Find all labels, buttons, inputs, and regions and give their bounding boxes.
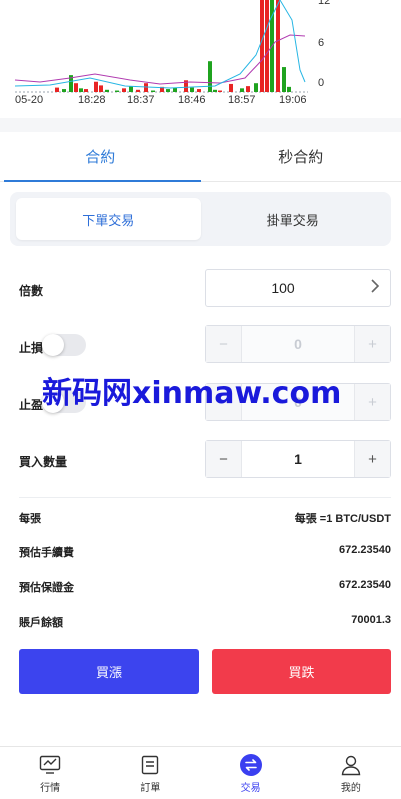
volume-bar-chart: 12 6 0 05-20 18:28 18:37 18:46 18:57 19:06 <box>14 0 330 106</box>
multiplier-value: 100 <box>271 280 295 296</box>
volume-bar <box>94 81 98 92</box>
nav-item-trade[interactable]: 交易 <box>201 747 301 799</box>
tab-contract[interactable]: 合約 <box>0 132 201 182</box>
quantity-label: 買入數量 <box>19 455 68 469</box>
section-divider <box>0 118 401 132</box>
buy-up-button[interactable]: 買漲 <box>19 649 199 694</box>
info-divider <box>19 497 391 498</box>
x-tick-label: 18:37 <box>127 94 155 106</box>
market-chart-icon <box>38 753 62 777</box>
balance-label: 賬戶餘額 <box>19 617 63 629</box>
segment-limit-order[interactable]: 掛單交易 <box>201 198 386 240</box>
contract-tabs: 合約 秒合約 <box>0 132 401 182</box>
stop-loss-toggle[interactable] <box>42 334 86 356</box>
stop-loss-stepper[interactable]: − 0 + <box>205 325 391 363</box>
multiplier-label: 倍數 <box>19 284 44 298</box>
volume-bar <box>197 89 201 92</box>
fee-label: 預估手續費 <box>19 547 74 559</box>
segment-market-order[interactable]: 下單交易 <box>16 198 201 240</box>
x-tick-label: 18:46 <box>178 94 206 106</box>
stop-loss-label: 止損 <box>19 341 44 355</box>
nav-label-trade: 交易 <box>240 782 261 794</box>
y-tick-label: 0 <box>318 77 324 89</box>
x-tick-label: 19:06 <box>279 94 307 106</box>
x-tick-label: 18:57 <box>228 94 256 106</box>
volume-bar <box>105 89 109 92</box>
buy-down-button[interactable]: 買跌 <box>212 649 391 694</box>
x-tick-label: 18:28 <box>78 94 106 106</box>
orders-document-icon <box>138 753 162 777</box>
volume-bar <box>287 86 291 92</box>
volume-bar <box>79 88 83 92</box>
volume-bar <box>122 88 126 92</box>
volume-bar <box>240 88 244 92</box>
nav-item-profile[interactable]: 我的 <box>301 747 401 799</box>
volume-bar <box>208 61 212 92</box>
quantity-stepper[interactable]: − 1 + <box>205 440 391 478</box>
volume-bar <box>229 83 233 92</box>
quantity-value[interactable]: 1 <box>242 441 354 477</box>
take-profit-label: 止盈 <box>19 398 44 412</box>
fee-value: 672.23540 <box>339 544 391 556</box>
volume-bar <box>166 89 170 92</box>
x-tick-label: 05-20 <box>15 94 43 106</box>
nav-item-orders[interactable]: 訂單 <box>100 747 200 799</box>
volume-bar <box>115 90 119 92</box>
nav-label-orders: 訂單 <box>140 782 161 794</box>
volume-bar <box>246 86 250 92</box>
bottom-navigation: 行情 訂單 交易 我的 <box>0 746 401 799</box>
order-type-segment: 下單交易 掛單交易 <box>10 192 391 246</box>
trading-page: 12 6 0 05-20 18:28 18:37 18:46 18:57 19:06 合約 秒合… <box>0 0 401 799</box>
volume-bar <box>265 0 269 92</box>
per-lot-label: 每張 <box>19 513 41 525</box>
quantity-plus-button[interactable]: + <box>354 441 390 477</box>
volume-bar <box>74 83 78 92</box>
take-profit-plus-button[interactable]: + <box>354 384 390 420</box>
y-tick-label: 12 <box>318 0 330 7</box>
nav-label-market: 行情 <box>40 782 61 794</box>
watermark-text: 新码网xinmaw.com <box>42 376 342 411</box>
margin-label: 預估保證金 <box>19 582 74 594</box>
volume-bar <box>151 90 155 92</box>
volume-bar <box>213 89 217 92</box>
balance-value: 70001.3 <box>351 614 391 626</box>
volume-bar <box>218 90 222 92</box>
volume-bar <box>254 83 258 92</box>
volume-bar <box>55 87 59 92</box>
margin-value: 672.23540 <box>339 579 391 591</box>
volume-bar <box>129 86 133 92</box>
tab-second-contract[interactable]: 秒合約 <box>201 132 401 181</box>
volume-bar <box>190 87 194 92</box>
volume-bar <box>99 85 103 92</box>
price-chart: 12 6 0 05-20 18:28 18:37 18:46 18:57 19:06 <box>0 0 401 110</box>
volume-bar <box>282 67 286 92</box>
volume-bar <box>260 0 264 92</box>
volume-bar <box>136 89 140 92</box>
volume-bar <box>62 89 66 92</box>
exchange-arrows-icon <box>239 753 263 777</box>
stop-loss-value[interactable]: 0 <box>242 326 354 362</box>
stop-loss-plus-button[interactable]: + <box>354 326 390 362</box>
toggle-knob <box>42 334 64 356</box>
volume-bar <box>276 0 280 92</box>
per-lot-value: 每張 =1 BTC/USDT <box>294 513 391 525</box>
stop-loss-minus-button[interactable]: − <box>206 326 242 362</box>
chevron-right-icon <box>360 278 390 299</box>
volume-bar <box>144 83 148 92</box>
nav-label-profile: 我的 <box>340 782 361 794</box>
quantity-minus-button[interactable]: − <box>206 441 242 477</box>
volume-bar <box>84 89 88 92</box>
nav-item-market[interactable]: 行情 <box>0 747 100 799</box>
user-profile-icon <box>339 753 363 777</box>
multiplier-select[interactable]: 100 <box>205 269 391 307</box>
y-tick-label: 6 <box>318 37 324 49</box>
